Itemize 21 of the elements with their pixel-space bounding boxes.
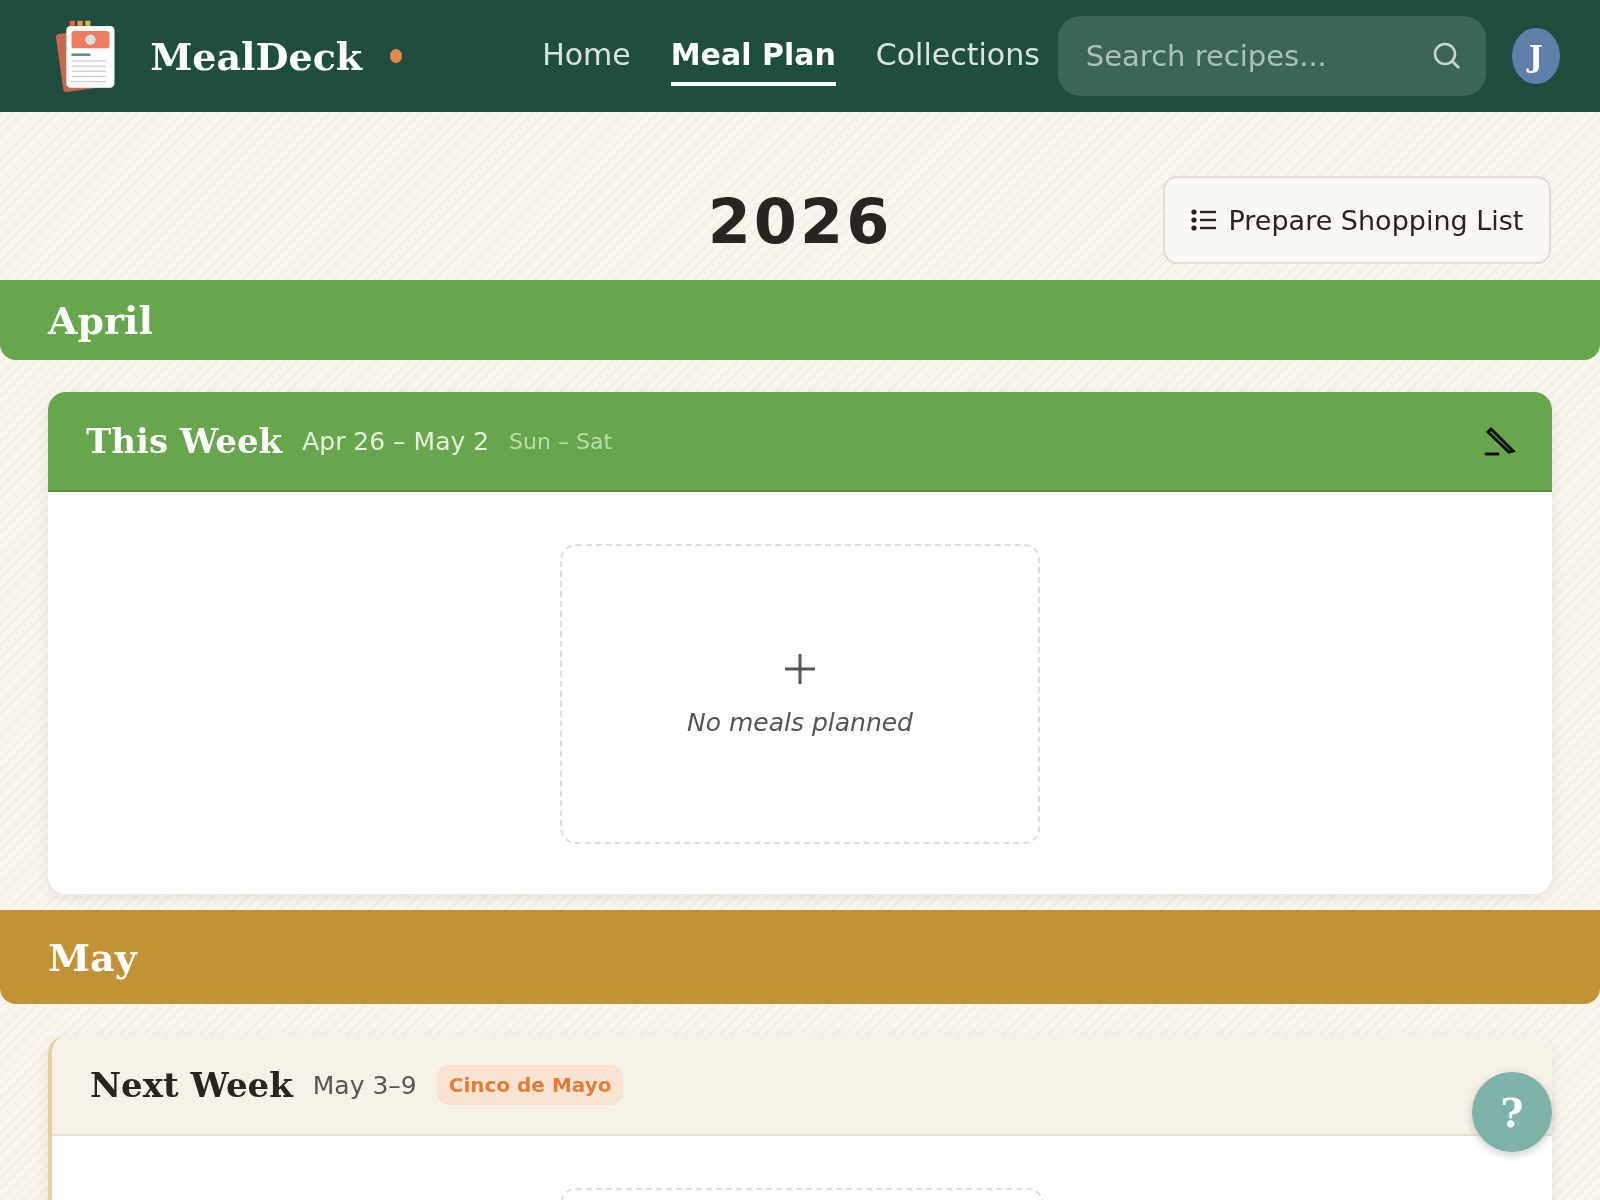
pencil-icon[interactable] — [1484, 424, 1518, 458]
week-range: Apr 26 – May 2 — [302, 426, 490, 456]
nav-link[interactable]: Home — [542, 26, 631, 86]
list-icon — [1190, 209, 1217, 231]
week-title: This Week — [86, 421, 283, 461]
search-field[interactable]: Search recipes... — [1057, 16, 1486, 96]
shopping-list-button[interactable]: Prepare Shopping List — [1163, 176, 1551, 264]
month-name: April — [48, 297, 153, 343]
plus-icon — [783, 651, 817, 686]
nav-link[interactable]: Collections — [875, 26, 1040, 86]
week-range: May 3–9 — [312, 1070, 417, 1100]
nav-link[interactable]: Meal Plan — [670, 26, 836, 86]
holiday-tag: Cinco de Mayo — [436, 1065, 624, 1105]
search-icon — [1431, 41, 1462, 71]
user-avatar[interactable]: J — [1511, 28, 1560, 84]
add-meal-slot[interactable]: No meals planned — [560, 544, 1040, 844]
brand-name: MealDeck — [150, 33, 363, 79]
month-name: May — [48, 934, 137, 980]
week-days: Sun – Sat — [509, 428, 613, 454]
week-title: Next Week — [90, 1065, 293, 1105]
year-title: 2026 — [707, 184, 893, 258]
